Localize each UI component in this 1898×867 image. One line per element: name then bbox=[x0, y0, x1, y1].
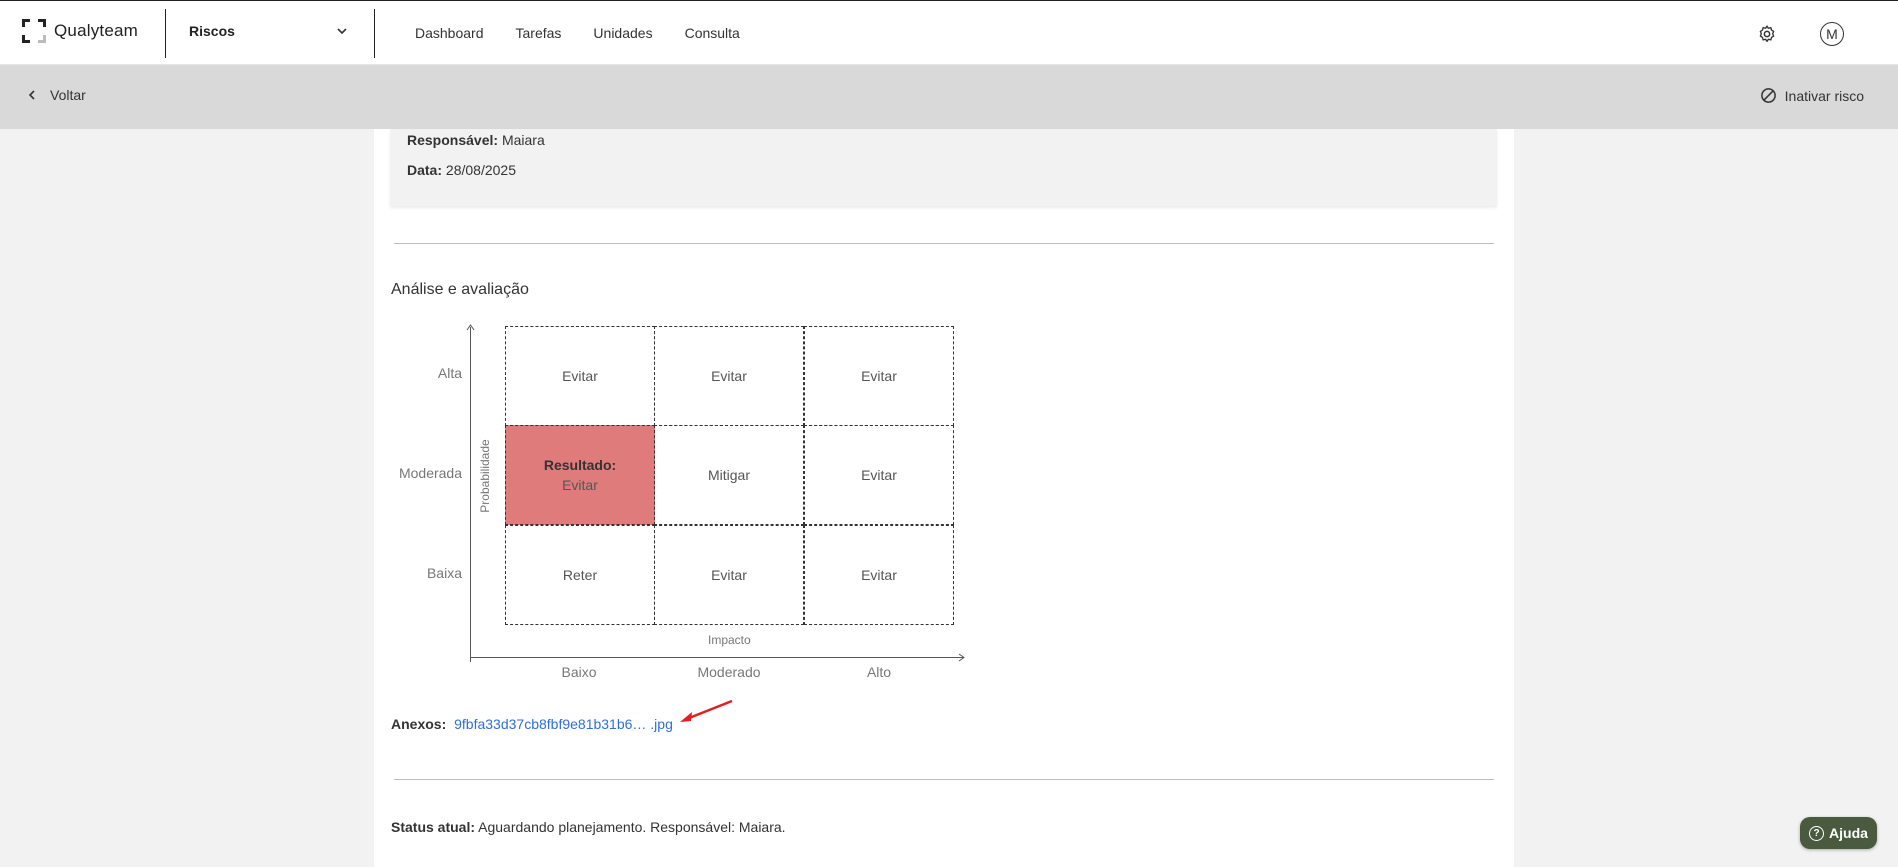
chevron-left-icon bbox=[28, 90, 35, 100]
attachments-label: Anexos: bbox=[391, 716, 447, 732]
data-value: 28/08/2025 bbox=[445, 162, 516, 178]
action-bar: Voltar Inativar risco bbox=[0, 65, 1898, 129]
divider bbox=[165, 9, 166, 58]
responsavel-value: Maiara bbox=[501, 132, 545, 148]
section-title: Análise e avaliação bbox=[391, 281, 529, 298]
chevron-down-icon bbox=[337, 28, 347, 35]
qualyteam-logo-icon bbox=[22, 19, 46, 43]
matrix-cell: Reter bbox=[505, 525, 655, 625]
nav-unidades[interactable]: Unidades bbox=[593, 25, 652, 41]
matrix-cell: Evitar bbox=[804, 525, 954, 625]
help-label: Ajuda bbox=[1829, 825, 1868, 841]
x-axis-line bbox=[470, 657, 964, 658]
brand-logo[interactable]: Qualyteam bbox=[22, 19, 138, 43]
user-avatar[interactable]: M bbox=[1820, 22, 1844, 46]
row-label-moderada: Moderada bbox=[398, 465, 462, 481]
col-label-alto: Alto bbox=[866, 664, 892, 680]
attachments-row: Anexos: 9fbfa33d37cb8fbf9e81b31b6… .jpg bbox=[391, 716, 673, 732]
matrix-cell: Evitar bbox=[804, 326, 954, 426]
matrix-cell: Evitar bbox=[654, 525, 804, 625]
data-label: Data: bbox=[407, 162, 443, 178]
help-icon: ? bbox=[1809, 825, 1825, 841]
row-label-alta: Alta bbox=[437, 365, 462, 381]
divider bbox=[394, 779, 1494, 780]
module-selector-label: Riscos bbox=[189, 23, 235, 39]
y-axis-line bbox=[470, 327, 471, 662]
nav-consulta[interactable]: Consulta bbox=[685, 25, 740, 41]
arrow-right-icon bbox=[958, 653, 965, 662]
result-value: Evitar bbox=[562, 477, 598, 493]
status-value: Aguardando planejamento. Responsável: Ma… bbox=[478, 819, 786, 835]
status-row: Status atual: Aguardando planejamento. R… bbox=[391, 819, 786, 835]
data-row: Data: 28/08/2025 bbox=[407, 162, 516, 178]
divider bbox=[374, 9, 375, 58]
risk-detail-panel: Responsável: Maiara Data: 28/08/2025 Aná… bbox=[374, 129, 1514, 867]
divider bbox=[394, 243, 1494, 244]
gear-icon[interactable] bbox=[1757, 24, 1777, 44]
attachment-link[interactable]: 9fbfa33d37cb8fbf9e81b31b6… .jpg bbox=[454, 716, 673, 732]
result-label: Resultado: bbox=[543, 457, 617, 473]
col-label-moderado: Moderado bbox=[697, 664, 761, 680]
arrow-up-icon bbox=[466, 324, 475, 331]
matrix-cell: Mitigar bbox=[654, 425, 804, 525]
main-nav: Dashboard Tarefas Unidades Consulta bbox=[415, 25, 740, 41]
y-axis-title: Probabilidade bbox=[478, 439, 492, 513]
matrix-cell: Evitar bbox=[654, 326, 804, 426]
col-label-baixo: Baixo bbox=[561, 664, 597, 680]
inactivate-risk-button[interactable]: Inativar risco bbox=[1760, 87, 1864, 104]
back-button[interactable]: Voltar bbox=[26, 87, 86, 103]
matrix-cell: Evitar bbox=[804, 425, 954, 525]
responsavel-label: Responsável: bbox=[407, 132, 499, 148]
help-button[interactable]: ? Ajuda bbox=[1800, 817, 1877, 849]
brand-name: Qualyteam bbox=[54, 21, 139, 40]
back-label: Voltar bbox=[50, 87, 86, 103]
module-selector[interactable]: Riscos bbox=[189, 23, 349, 39]
responsavel-row: Responsável: Maiara bbox=[407, 132, 545, 148]
annotation-arrow-icon bbox=[680, 699, 733, 722]
x-axis-title: Impacto bbox=[708, 633, 751, 647]
block-icon bbox=[1760, 88, 1776, 103]
info-card: Responsável: Maiara Data: 28/08/2025 bbox=[390, 129, 1497, 206]
inactivate-label: Inativar risco bbox=[1784, 87, 1864, 104]
nav-dashboard[interactable]: Dashboard bbox=[415, 25, 484, 41]
top-navbar: Qualyteam Riscos Dashboard Tarefas Unida… bbox=[0, 0, 1898, 65]
matrix-cell-result: Resultado: Evitar bbox=[505, 425, 655, 525]
status-label: Status atual: bbox=[391, 819, 476, 835]
matrix-cell: Evitar bbox=[505, 326, 655, 426]
row-label-baixa: Baixa bbox=[426, 565, 462, 581]
nav-tarefas[interactable]: Tarefas bbox=[516, 25, 562, 41]
